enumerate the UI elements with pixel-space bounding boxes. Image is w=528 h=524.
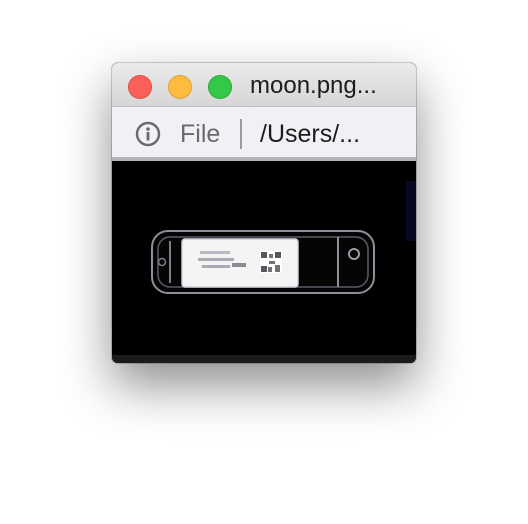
image-preview[interactable] — [112, 161, 416, 363]
zoom-button[interactable] — [208, 75, 232, 99]
usb-drive-image — [151, 181, 416, 294]
file-label[interactable]: File — [180, 119, 220, 149]
close-button[interactable] — [128, 75, 152, 99]
image-bottom-edge — [112, 355, 416, 363]
title-bar[interactable]: moon.png... — [112, 63, 416, 107]
preview-window: moon.png... File /Users/... — [112, 63, 416, 363]
file-path[interactable]: /Users/... — [260, 119, 360, 149]
path-bar: File /Users/... — [112, 107, 416, 161]
path-separator — [240, 119, 242, 149]
info-circle-icon[interactable] — [135, 121, 161, 147]
window-title: moon.png... — [250, 72, 377, 99]
minimize-button[interactable] — [168, 75, 192, 99]
